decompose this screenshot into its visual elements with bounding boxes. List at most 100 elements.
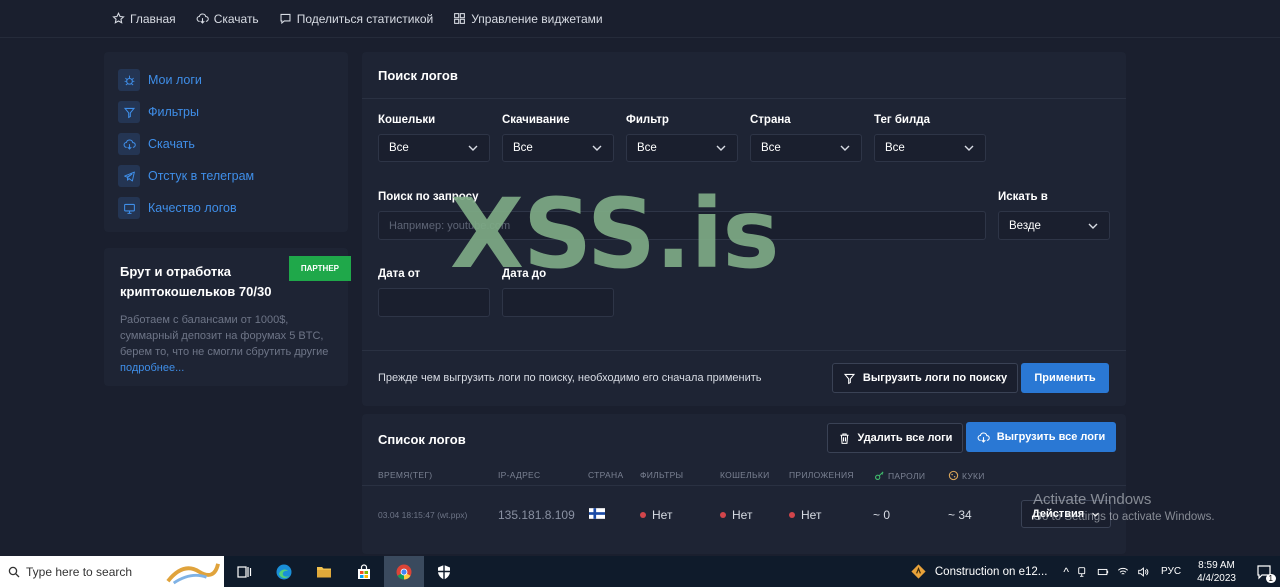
notification-center-button[interactable]: 1 <box>1256 564 1276 583</box>
search-in-select[interactable]: Везде <box>998 211 1110 240</box>
explorer-taskbar-button[interactable] <box>304 556 344 587</box>
sidebar-item-my-logs[interactable]: Мои логи <box>118 64 334 96</box>
chevron-down-icon <box>716 145 726 151</box>
chevron-down-icon <box>964 145 974 151</box>
cookie-icon <box>948 470 959 481</box>
folder-icon <box>317 566 331 577</box>
activate-subtitle: Go to Settings to activate Windows. <box>1033 511 1215 523</box>
select-value: Все <box>637 142 657 154</box>
export-search-label: Выгрузить логи по поиску <box>862 372 1008 384</box>
table-header: ВРЕМЯ(ТЕГ) IP-АДРЕС СТРАНА ФИЛЬТРЫ КОШЕЛ… <box>362 464 1126 486</box>
volume-icon[interactable] <box>1137 566 1149 578</box>
sidebar-item-download[interactable]: Скачать <box>118 128 334 160</box>
sidebar-item-log-quality[interactable]: Качество логов <box>118 192 334 224</box>
nav-share-stats-label: Поделиться статистикой <box>296 11 434 26</box>
status-dot <box>720 512 726 518</box>
roadwork-icon <box>911 564 926 579</box>
build-tag-label: Тег билда <box>874 114 931 126</box>
log-ip: 135.181.8.109 <box>498 508 575 522</box>
chevron-down-icon <box>840 145 850 151</box>
meet-now-icon[interactable] <box>1077 566 1089 578</box>
sidebar-item-telegram[interactable]: Отстук в телеграм <box>118 160 334 192</box>
wallets-select[interactable]: Все <box>378 134 490 162</box>
system-tray: Construction on e12... ^ РУС 8:59 AM 4/4… <box>910 556 1280 587</box>
passwords-value: ~ 0 <box>873 508 891 522</box>
apps-cell: Нет <box>789 508 821 522</box>
news-notification-text[interactable]: Construction on e12... <box>935 566 1048 578</box>
panel-title: Поиск логов <box>378 68 458 83</box>
wallets-cell: Нет <box>720 508 752 522</box>
wifi-icon[interactable] <box>1117 566 1129 578</box>
nav-manage-widgets[interactable]: Управление виджетами <box>453 11 603 26</box>
edge-taskbar-button[interactable] <box>264 556 304 587</box>
telegram-icon <box>118 165 140 187</box>
bug-icon <box>118 69 140 91</box>
date-from-input[interactable] <box>378 288 490 317</box>
nav-share-stats[interactable]: Поделиться статистикой <box>279 11 434 26</box>
language-indicator[interactable]: РУС <box>1161 566 1181 577</box>
clock[interactable]: 8:59 AM 4/4/2023 <box>1197 559 1236 585</box>
security-taskbar-button[interactable] <box>424 556 464 587</box>
country-select[interactable]: Все <box>750 134 862 162</box>
promo-more-link[interactable]: подробнее... <box>120 362 184 374</box>
select-value: Все <box>513 142 533 154</box>
select-value: Везде <box>1009 219 1041 232</box>
top-navigation: Главная Скачать Поделиться статистикой У… <box>0 0 1280 38</box>
column-header-passwords[interactable]: ПАРОЛИ <box>874 470 925 481</box>
trash-icon <box>839 433 849 444</box>
column-header-cookies[interactable]: КУКИ <box>948 470 985 481</box>
battery-icon[interactable] <box>1097 566 1109 578</box>
promo-description: Работаем с балансами от 1000$, суммарный… <box>120 314 329 358</box>
export-search-button[interactable]: Выгрузить логи по поиску <box>832 363 1018 393</box>
chevron-up-icon[interactable]: ^ <box>1063 565 1069 579</box>
chevron-down-icon <box>1088 223 1098 229</box>
sidebar-item-label: Скачать <box>148 137 195 151</box>
nav-home[interactable]: Главная <box>112 12 176 26</box>
wallets-label: Кошельки <box>378 114 436 126</box>
select-value: Все <box>885 142 905 154</box>
export-all-button[interactable]: Выгрузить все логи <box>966 422 1116 452</box>
download-select[interactable]: Все <box>502 134 614 162</box>
filters-cell: Нет <box>640 508 672 522</box>
cloud-download-icon <box>977 431 990 443</box>
column-header[interactable]: IP-АДРЕС <box>498 470 540 480</box>
star-icon <box>112 12 125 24</box>
nav-download-label: Скачать <box>213 11 259 26</box>
promo-text: Работаем с балансами от 1000$, суммарный… <box>120 312 332 376</box>
wallets-value: Нет <box>732 508 753 522</box>
store-icon <box>358 563 370 579</box>
apply-button[interactable]: Применить <box>1021 363 1109 393</box>
column-header[interactable]: КОШЕЛЬКИ <box>720 470 770 480</box>
country-cell <box>589 508 605 519</box>
filter-icon <box>843 373 856 384</box>
store-taskbar-button[interactable] <box>344 556 384 587</box>
page-scrollbar[interactable] <box>1274 38 1280 556</box>
column-header-label: ПАРОЛИ <box>888 470 926 481</box>
sidebar-item-label: Мои логи <box>148 73 202 87</box>
divider <box>362 98 1126 99</box>
download-label: Скачивание <box>502 114 570 126</box>
column-header[interactable]: ПРИЛОЖЕНИЯ <box>789 470 854 480</box>
notification-count-badge: 1 <box>1265 573 1276 583</box>
column-header[interactable]: ВРЕМЯ(ТЕГ) <box>378 470 432 480</box>
chrome-taskbar-button[interactable] <box>384 556 424 587</box>
column-header[interactable]: СТРАНА <box>588 470 623 480</box>
nav-manage-widgets-label: Управление виджетами <box>471 11 603 26</box>
apply-note: Прежде чем выгрузить логи по поиску, нео… <box>378 372 762 384</box>
cloud-download-icon <box>118 133 140 155</box>
column-header[interactable]: ФИЛЬТРЫ <box>640 470 683 480</box>
delete-all-button[interactable]: Удалить все логи <box>827 423 963 453</box>
sidebar-item-label: Фильтры <box>148 105 199 119</box>
nav-home-label: Главная <box>130 11 176 26</box>
date-to-input[interactable] <box>502 288 614 317</box>
status-dot <box>789 512 795 518</box>
task-view-button[interactable] <box>224 556 264 587</box>
filter-select[interactable]: Все <box>626 134 738 162</box>
sidebar-item-label: Отстук в телеграм <box>148 169 255 183</box>
build-tag-select[interactable]: Все <box>874 134 986 162</box>
filter-label: Фильтр <box>626 114 669 126</box>
taskbar-search[interactable]: Type here to search <box>0 556 224 587</box>
sidebar-item-filters[interactable]: Фильтры <box>118 96 334 128</box>
nav-download[interactable]: Скачать <box>196 12 259 26</box>
filter-icon <box>118 101 140 123</box>
